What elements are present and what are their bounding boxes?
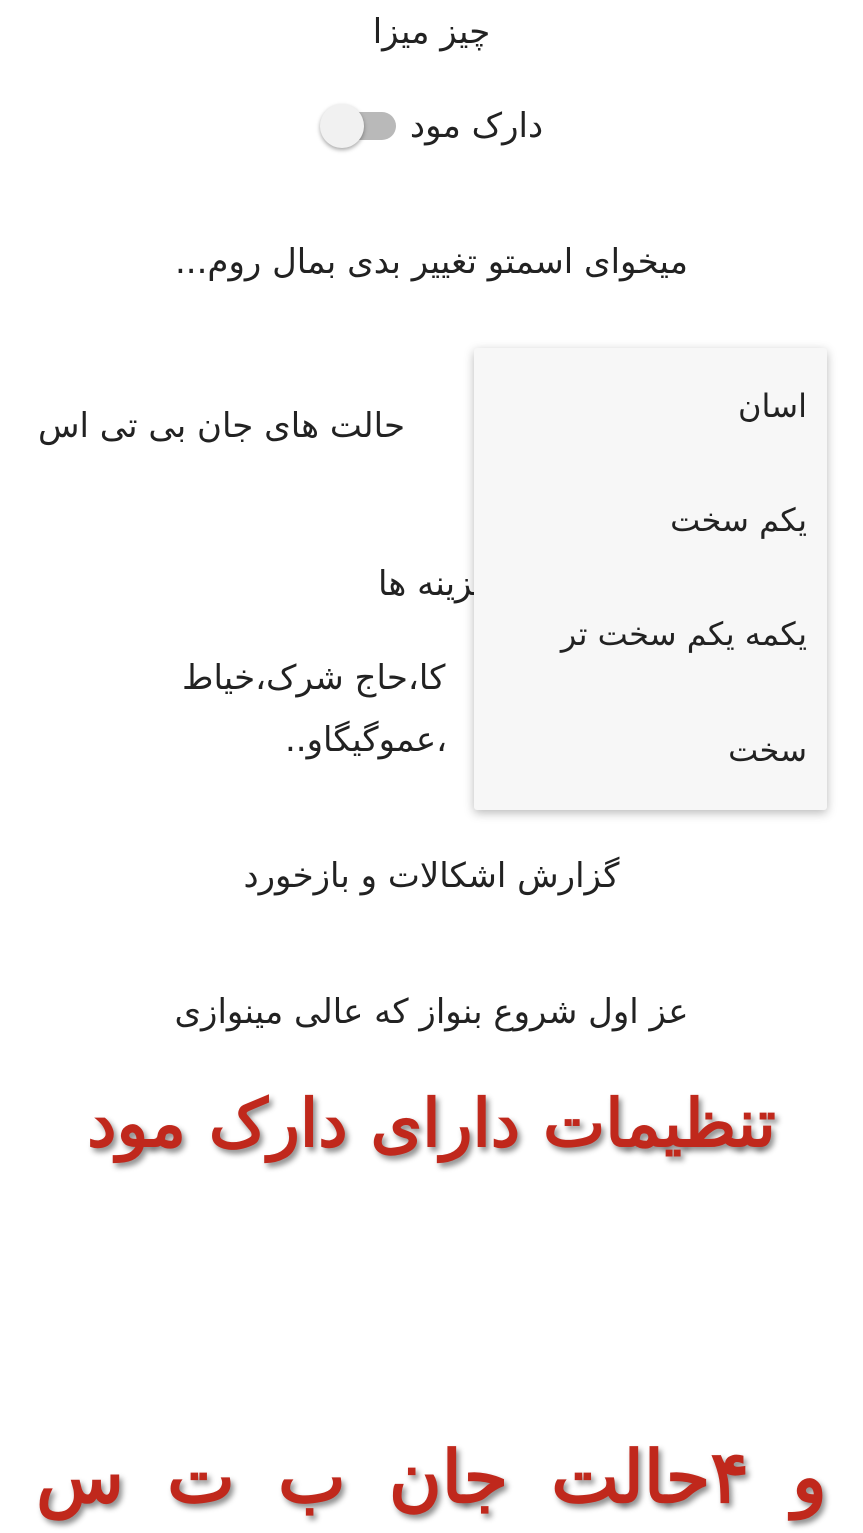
promo-caption-1: تنظیمات دارای دارک مود	[87, 1084, 776, 1162]
start-hint: عز اول شروع بنواز که عالی مینوازی	[174, 992, 689, 1032]
menu-item-hard[interactable]: سخت	[474, 720, 807, 780]
page-title: چیز میزا	[372, 12, 491, 52]
promo-caption-2: و ۴حالت جان ب ت س	[36, 1434, 827, 1519]
options-text-line-1: کا،حاج شرک،خیاط	[182, 658, 446, 698]
menu-item-bit-hard[interactable]: یکم سخت	[474, 490, 807, 550]
modes-label[interactable]: حالت های جان بی تی اس	[38, 404, 405, 448]
menu-item-bit-harder[interactable]: یکمه یکم سخت تر	[474, 604, 807, 664]
dark-mode-row: دارک مود	[0, 96, 863, 156]
rename-option[interactable]: میخوای اسمتو تغییر بدی بمال روم...	[0, 240, 863, 284]
dark-mode-label: دارک مود	[409, 106, 544, 146]
menu-item-easy[interactable]: اسان	[474, 376, 807, 436]
report-feedback-link[interactable]: گزارش اشکالات و بازخورد	[0, 854, 863, 898]
toggle-thumb	[319, 104, 364, 148]
options-text-line-2: ،عموگیگاو..	[285, 720, 448, 760]
dark-mode-toggle[interactable]	[319, 98, 400, 154]
difficulty-dropdown-menu: اسان یکم سخت یکمه یکم سخت تر سخت	[474, 348, 827, 810]
